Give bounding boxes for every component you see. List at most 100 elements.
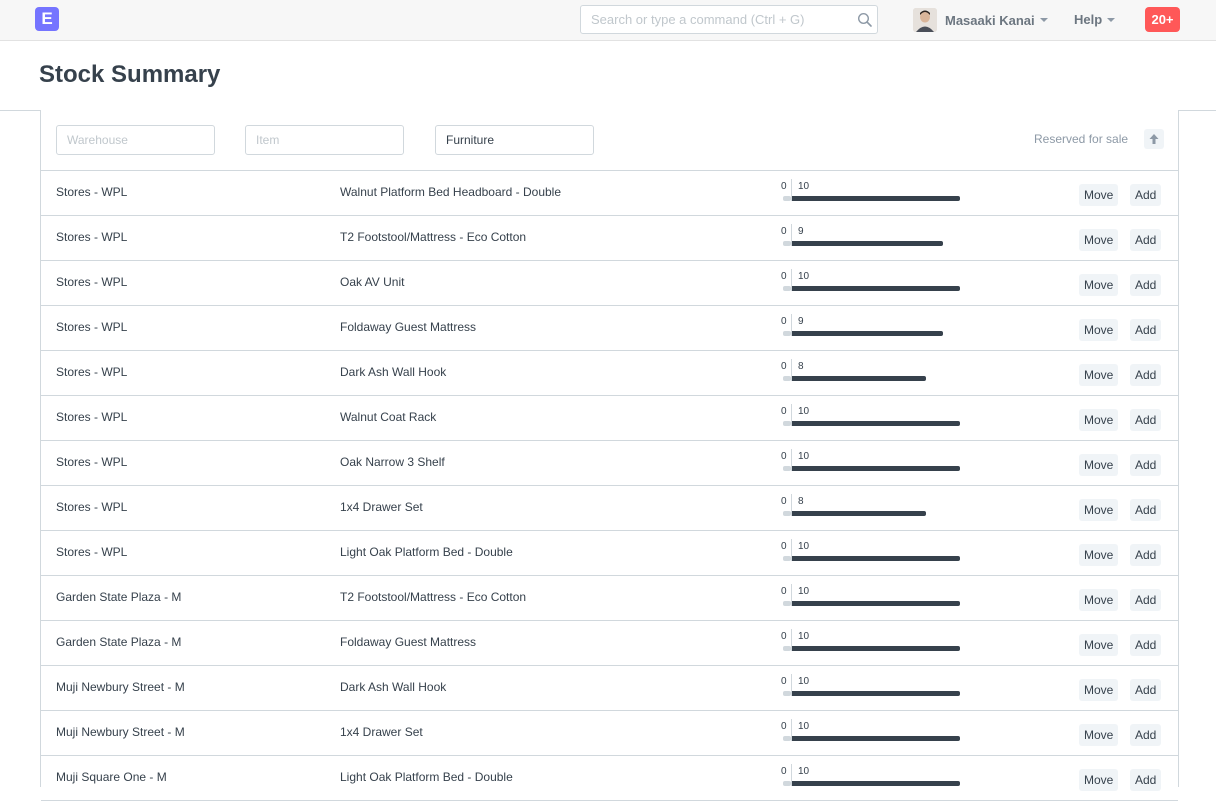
- item-cell[interactable]: Oak AV Unit: [340, 275, 404, 289]
- item-group-filter[interactable]: [435, 125, 594, 155]
- table-row: Garden State Plaza - M T2 Footstool/Mattr…: [41, 576, 1178, 621]
- avatar: [913, 8, 937, 32]
- move-button[interactable]: Move: [1079, 454, 1119, 476]
- move-button[interactable]: Move: [1079, 499, 1119, 521]
- move-button[interactable]: Move: [1079, 769, 1119, 791]
- item-cell[interactable]: Dark Ash Wall Hook: [340, 680, 446, 694]
- reserved-bar: [783, 241, 791, 246]
- app-logo[interactable]: E: [35, 7, 59, 31]
- item-filter[interactable]: [245, 125, 404, 155]
- actual-qty: 10: [798, 721, 810, 732]
- reserved-bar: [783, 646, 791, 651]
- add-button[interactable]: Add: [1130, 634, 1162, 656]
- actual-qty: 10: [798, 676, 810, 687]
- move-button[interactable]: Move: [1079, 274, 1119, 296]
- item-cell[interactable]: Walnut Platform Bed Headboard - Double: [340, 185, 561, 199]
- search-input[interactable]: [581, 6, 851, 33]
- item-cell[interactable]: Foldaway Guest Mattress: [340, 320, 476, 334]
- move-button[interactable]: Move: [1079, 229, 1119, 251]
- qty-bar: [792, 736, 960, 741]
- user-dropdown[interactable]: Masaaki Kanai: [913, 8, 1048, 32]
- warehouse-cell[interactable]: Garden State Plaza - M: [56, 635, 181, 649]
- add-button[interactable]: Add: [1130, 499, 1162, 521]
- add-button[interactable]: Add: [1130, 364, 1162, 386]
- actual-qty: 10: [798, 586, 810, 597]
- item-cell[interactable]: Oak Narrow 3 Shelf: [340, 455, 445, 469]
- warehouse-cell[interactable]: Muji Square One - M: [56, 770, 167, 784]
- qty-bar: [792, 286, 960, 291]
- add-button[interactable]: Add: [1130, 454, 1162, 476]
- add-button[interactable]: Add: [1130, 274, 1162, 296]
- move-button[interactable]: Move: [1079, 589, 1119, 611]
- warehouse-cell[interactable]: Stores - WPL: [56, 185, 127, 199]
- move-button[interactable]: Move: [1079, 364, 1119, 386]
- warehouse-cell[interactable]: Stores - WPL: [56, 410, 127, 424]
- sort-order-button[interactable]: [1144, 129, 1164, 149]
- add-button[interactable]: Add: [1130, 769, 1162, 791]
- arrow-up-icon: [1149, 134, 1159, 144]
- warehouse-cell[interactable]: Stores - WPL: [56, 365, 127, 379]
- add-button[interactable]: Add: [1130, 319, 1162, 341]
- sort-by-label[interactable]: Reserved for sale: [1034, 132, 1128, 146]
- qty-bar: [792, 691, 960, 696]
- move-button[interactable]: Move: [1079, 634, 1119, 656]
- user-name: Masaaki Kanai: [945, 12, 1035, 28]
- warehouse-cell[interactable]: Muji Newbury Street - M: [56, 680, 185, 694]
- warehouse-cell[interactable]: Stores - WPL: [56, 230, 127, 244]
- table-row: Stores - WPL Oak AV Unit 0 10 Move Add: [41, 261, 1178, 306]
- item-cell[interactable]: 1x4 Drawer Set: [340, 725, 423, 739]
- item-cell[interactable]: Light Oak Platform Bed - Double: [340, 770, 513, 784]
- qty-bar: [792, 241, 943, 246]
- move-button[interactable]: Move: [1079, 724, 1119, 746]
- warehouse-cell[interactable]: Stores - WPL: [56, 320, 127, 334]
- item-cell[interactable]: Dark Ash Wall Hook: [340, 365, 446, 379]
- page-head: Stock Summary: [0, 41, 1216, 111]
- item-cell[interactable]: 1x4 Drawer Set: [340, 500, 423, 514]
- reserved-qty: 0: [781, 676, 787, 687]
- help-dropdown[interactable]: Help: [1074, 12, 1116, 27]
- actual-qty: 9: [798, 226, 804, 237]
- reserved-bar: [783, 376, 791, 381]
- move-button[interactable]: Move: [1079, 409, 1119, 431]
- move-button[interactable]: Move: [1079, 679, 1119, 701]
- item-cell[interactable]: T2 Footstool/Mattress - Eco Cotton: [340, 590, 526, 604]
- warehouse-cell[interactable]: Garden State Plaza - M: [56, 590, 181, 604]
- add-button[interactable]: Add: [1130, 724, 1162, 746]
- actual-qty: 10: [798, 271, 810, 282]
- add-button[interactable]: Add: [1130, 679, 1162, 701]
- search-icon[interactable]: [857, 12, 873, 28]
- warehouse-cell[interactable]: Stores - WPL: [56, 455, 127, 469]
- add-button[interactable]: Add: [1130, 409, 1162, 431]
- add-button[interactable]: Add: [1130, 544, 1162, 566]
- reserved-qty: 0: [781, 361, 787, 372]
- warehouse-cell[interactable]: Stores - WPL: [56, 275, 127, 289]
- move-button[interactable]: Move: [1079, 319, 1119, 341]
- reserved-bar: [783, 691, 791, 696]
- reserved-qty: 0: [781, 631, 787, 642]
- item-cell[interactable]: T2 Footstool/Mattress - Eco Cotton: [340, 230, 526, 244]
- warehouse-cell[interactable]: Muji Newbury Street - M: [56, 725, 185, 739]
- add-button[interactable]: Add: [1130, 589, 1162, 611]
- warehouse-filter[interactable]: [56, 125, 215, 155]
- reserved-qty: 0: [781, 451, 787, 462]
- table-row: Stores - WPL 1x4 Drawer Set 0 8 Move Add: [41, 486, 1178, 531]
- table-row: Stores - WPL Walnut Platform Bed Headboar…: [41, 171, 1178, 216]
- item-cell[interactable]: Walnut Coat Rack: [340, 410, 436, 424]
- item-cell[interactable]: Light Oak Platform Bed - Double: [340, 545, 513, 559]
- notifications-badge[interactable]: 20+: [1145, 7, 1180, 32]
- move-button[interactable]: Move: [1079, 184, 1119, 206]
- item-cell[interactable]: Foldaway Guest Mattress: [340, 635, 476, 649]
- reserved-qty: 0: [781, 271, 787, 282]
- qty-bar: [792, 466, 960, 471]
- move-button[interactable]: Move: [1079, 544, 1119, 566]
- actual-qty: 10: [798, 406, 810, 417]
- actual-qty: 8: [798, 361, 804, 372]
- warehouse-cell[interactable]: Stores - WPL: [56, 500, 127, 514]
- actual-qty: 8: [798, 496, 804, 507]
- add-button[interactable]: Add: [1130, 184, 1162, 206]
- warehouse-cell[interactable]: Stores - WPL: [56, 545, 127, 559]
- table-row: Stores - WPL Light Oak Platform Bed - Dou…: [41, 531, 1178, 576]
- add-button[interactable]: Add: [1130, 229, 1162, 251]
- reserved-qty: 0: [781, 541, 787, 552]
- reserved-qty: 0: [781, 316, 787, 327]
